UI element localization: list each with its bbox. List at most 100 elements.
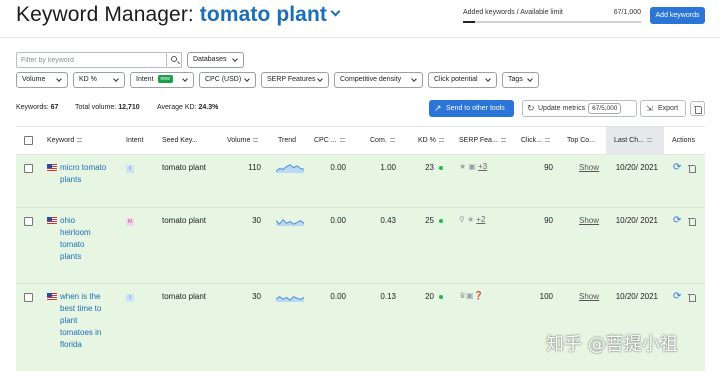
col-keyword[interactable]: Keyword [47, 137, 83, 144]
add-keywords-button[interactable]: Add keywords [650, 7, 705, 24]
keyword-link[interactable]: ohio heirloom tomato plants [60, 215, 106, 263]
serp-features: ★ ▣ +3 [459, 162, 487, 171]
trash-icon [694, 105, 702, 114]
col-serp-label: SERP Fea... [459, 137, 498, 144]
select-all-checkbox[interactable] [24, 136, 33, 145]
sort-icon [339, 138, 345, 142]
cpc-filter-label: CPC (USD) [205, 76, 242, 83]
search-button[interactable] [166, 53, 181, 67]
col-cpc-label: CPC ... [314, 137, 337, 144]
chevron-down-icon [244, 76, 250, 82]
col-volume-label: Volume [227, 137, 251, 144]
col-click[interactable]: Click... [521, 137, 550, 144]
sort-icon [438, 138, 444, 142]
serp-features: ⚲ ★ +2 [459, 215, 485, 224]
last-checked-date: 10/20/ 2021 [615, 292, 658, 301]
refresh-icon[interactable]: ⟳ [673, 216, 681, 226]
tags-filter-label: Tags [508, 76, 523, 83]
update-metrics-button[interactable]: ↻ Update metrics 67/5,000 [522, 100, 637, 117]
serp-features: ♛▣❓ [459, 291, 484, 300]
search-input[interactable] [17, 53, 167, 67]
refresh-icon[interactable]: ⟳ [673, 292, 681, 302]
cpc-value: 0.00 [330, 216, 346, 225]
trash-icon[interactable] [688, 217, 696, 226]
top-competitors-link[interactable]: Show [579, 163, 599, 172]
serp-more-link[interactable]: +2 [476, 215, 485, 224]
col-seed-label: Seed Key... [162, 137, 198, 144]
list-selector[interactable]: tomato plant [199, 3, 341, 26]
top-competitors-link[interactable]: Show [579, 292, 599, 301]
delete-selected-button[interactable] [690, 101, 705, 116]
table-row: ohio heirloom tomato plants N tomato pla… [16, 208, 705, 284]
col-last-checked[interactable]: Last Ch... [614, 137, 652, 144]
kd-dot [439, 295, 443, 299]
top-competitors-link[interactable]: Show [579, 216, 599, 225]
page-title: Keyword Manager: tomato plant [16, 3, 341, 27]
refresh-icon[interactable]: ⟳ [673, 163, 681, 173]
volume-filter[interactable]: Volume [16, 72, 68, 88]
pin-icon: ⚲ [459, 215, 465, 224]
col-intent-label: Intent [126, 137, 144, 144]
col-top: Top Co... [567, 137, 595, 144]
col-cpc[interactable]: CPC ... [314, 137, 345, 144]
average-kd-value: 24.3% [198, 104, 219, 111]
send-to-other-tools-button[interactable]: ↗ Send to other tools [429, 100, 514, 117]
sort-icon [77, 138, 83, 142]
volume-filter-label: Volume [22, 76, 46, 83]
intent-badge: I [126, 294, 134, 302]
intent-badge: I [126, 165, 134, 173]
col-serp[interactable]: SERP Fea... [459, 137, 506, 144]
total-volume: Total volume: 12,710 [75, 104, 140, 111]
click-potential-filter[interactable]: Click potential [428, 72, 497, 88]
chevron-down-icon [485, 76, 491, 82]
trash-icon[interactable] [688, 164, 696, 173]
row-checkbox[interactable] [24, 293, 33, 302]
cpc-filter[interactable]: CPC (USD) [199, 72, 256, 88]
click-value: 90 [544, 163, 553, 172]
keywords-count-label: Keywords: [16, 104, 49, 111]
sort-icon [545, 138, 550, 142]
kd-dot [439, 166, 443, 170]
competitive-density-filter[interactable]: Competitive density [334, 72, 423, 88]
keyword-link[interactable]: when is the best time to plant tomatoes … [60, 291, 110, 351]
intent-filter[interactable]: Intent new [130, 72, 194, 88]
kd-value: 25 [425, 216, 434, 225]
serp-more-link[interactable]: +3 [478, 162, 487, 171]
databases-dropdown[interactable]: Databases [187, 52, 244, 68]
chevron-down-icon [232, 56, 238, 62]
density-filter-label: Competitive density [340, 76, 402, 83]
trash-icon[interactable] [688, 293, 696, 302]
chevron-down-icon [182, 76, 188, 82]
chevron-down-icon [56, 76, 62, 82]
keyword-link[interactable]: micro tomato plants [60, 162, 120, 186]
col-trend-label: Trend [278, 137, 297, 144]
col-top-label: Top Co... [567, 137, 596, 144]
volume-value: 30 [252, 216, 261, 225]
col-volume[interactable]: Volume [227, 137, 259, 144]
kd-filter[interactable]: KD % [73, 72, 125, 88]
row-checkbox[interactable] [24, 164, 33, 173]
tags-filter[interactable]: Tags [502, 72, 539, 88]
click-value: 100 [539, 292, 553, 301]
kd-value: 23 [425, 163, 434, 172]
send-label: Send to other tools [446, 105, 505, 112]
row-checkbox[interactable] [24, 217, 33, 226]
col-kd[interactable]: KD % [418, 137, 444, 144]
list-name: tomato plant [199, 3, 327, 26]
us-flag-icon [47, 293, 57, 300]
export-button[interactable]: ⇲ Export [640, 100, 686, 117]
export-icon: ⇲ [646, 104, 653, 113]
total-volume-label: Total volume: [75, 104, 117, 111]
update-count: 67/5,000 [588, 103, 622, 114]
total-volume-value: 12,710 [118, 104, 140, 111]
kd-value: 20 [425, 292, 434, 301]
volume-value: 30 [252, 292, 261, 301]
col-com[interactable]: Com. [370, 137, 395, 144]
col-seed[interactable]: Seed Key... [162, 137, 198, 144]
average-kd-label: Average KD: [157, 104, 197, 111]
col-actions-label: Actions [672, 137, 695, 144]
us-flag-icon [47, 164, 57, 171]
limit-progress-bar [463, 21, 641, 23]
serp-features-filter[interactable]: SERP Features [261, 72, 329, 88]
com-value: 0.43 [380, 216, 396, 225]
